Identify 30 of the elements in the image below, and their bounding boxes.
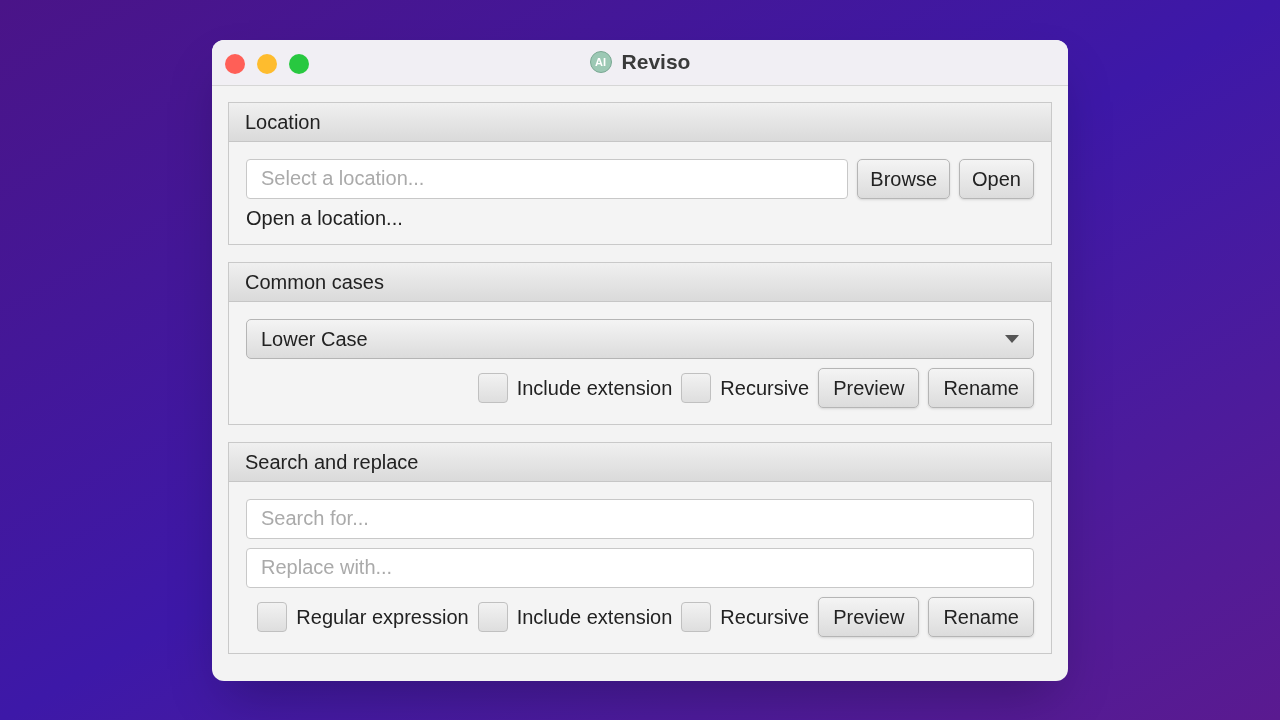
section-header: Search and replace bbox=[229, 442, 1051, 482]
checkbox-label: Regular expression bbox=[296, 604, 469, 630]
action-button[interactable]: Browse bbox=[857, 158, 951, 199]
app-icon: AI bbox=[589, 51, 612, 73]
location-field[interactable]: Select a location... bbox=[246, 158, 849, 199]
checkbox[interactable] bbox=[257, 601, 288, 632]
checkbox-label: Include extension bbox=[516, 375, 673, 401]
status-text: Open a location... bbox=[246, 207, 404, 228]
case-dropdown[interactable]: Lower Case bbox=[246, 318, 1034, 359]
action-button[interactable]: Rename bbox=[928, 367, 1034, 408]
action-button[interactable]: Rename bbox=[928, 596, 1034, 637]
checkbox[interactable] bbox=[477, 372, 508, 403]
dropdown-caret-icon bbox=[1005, 334, 1019, 343]
checkbox[interactable] bbox=[477, 601, 508, 632]
checkbox[interactable] bbox=[681, 601, 712, 632]
checkbox-label: Recursive bbox=[720, 375, 810, 401]
checkbox[interactable] bbox=[681, 372, 712, 403]
action-button[interactable]: Preview bbox=[818, 596, 920, 637]
checkbox-label: Recursive bbox=[720, 604, 810, 630]
section-header: Common cases bbox=[229, 262, 1051, 302]
section-header: Location bbox=[229, 102, 1051, 142]
action-button[interactable]: Preview bbox=[818, 367, 920, 408]
text-field[interactable]: Replace with... bbox=[246, 547, 1034, 588]
close-button[interactable] bbox=[225, 53, 245, 74]
minimize-button[interactable] bbox=[257, 53, 277, 74]
maximize-button[interactable] bbox=[289, 53, 309, 74]
window-title: Reviso bbox=[621, 49, 691, 76]
text-field[interactable]: Search for... bbox=[246, 498, 1034, 539]
action-button[interactable]: Open bbox=[959, 158, 1034, 199]
checkbox-label: Include extension bbox=[516, 604, 673, 630]
